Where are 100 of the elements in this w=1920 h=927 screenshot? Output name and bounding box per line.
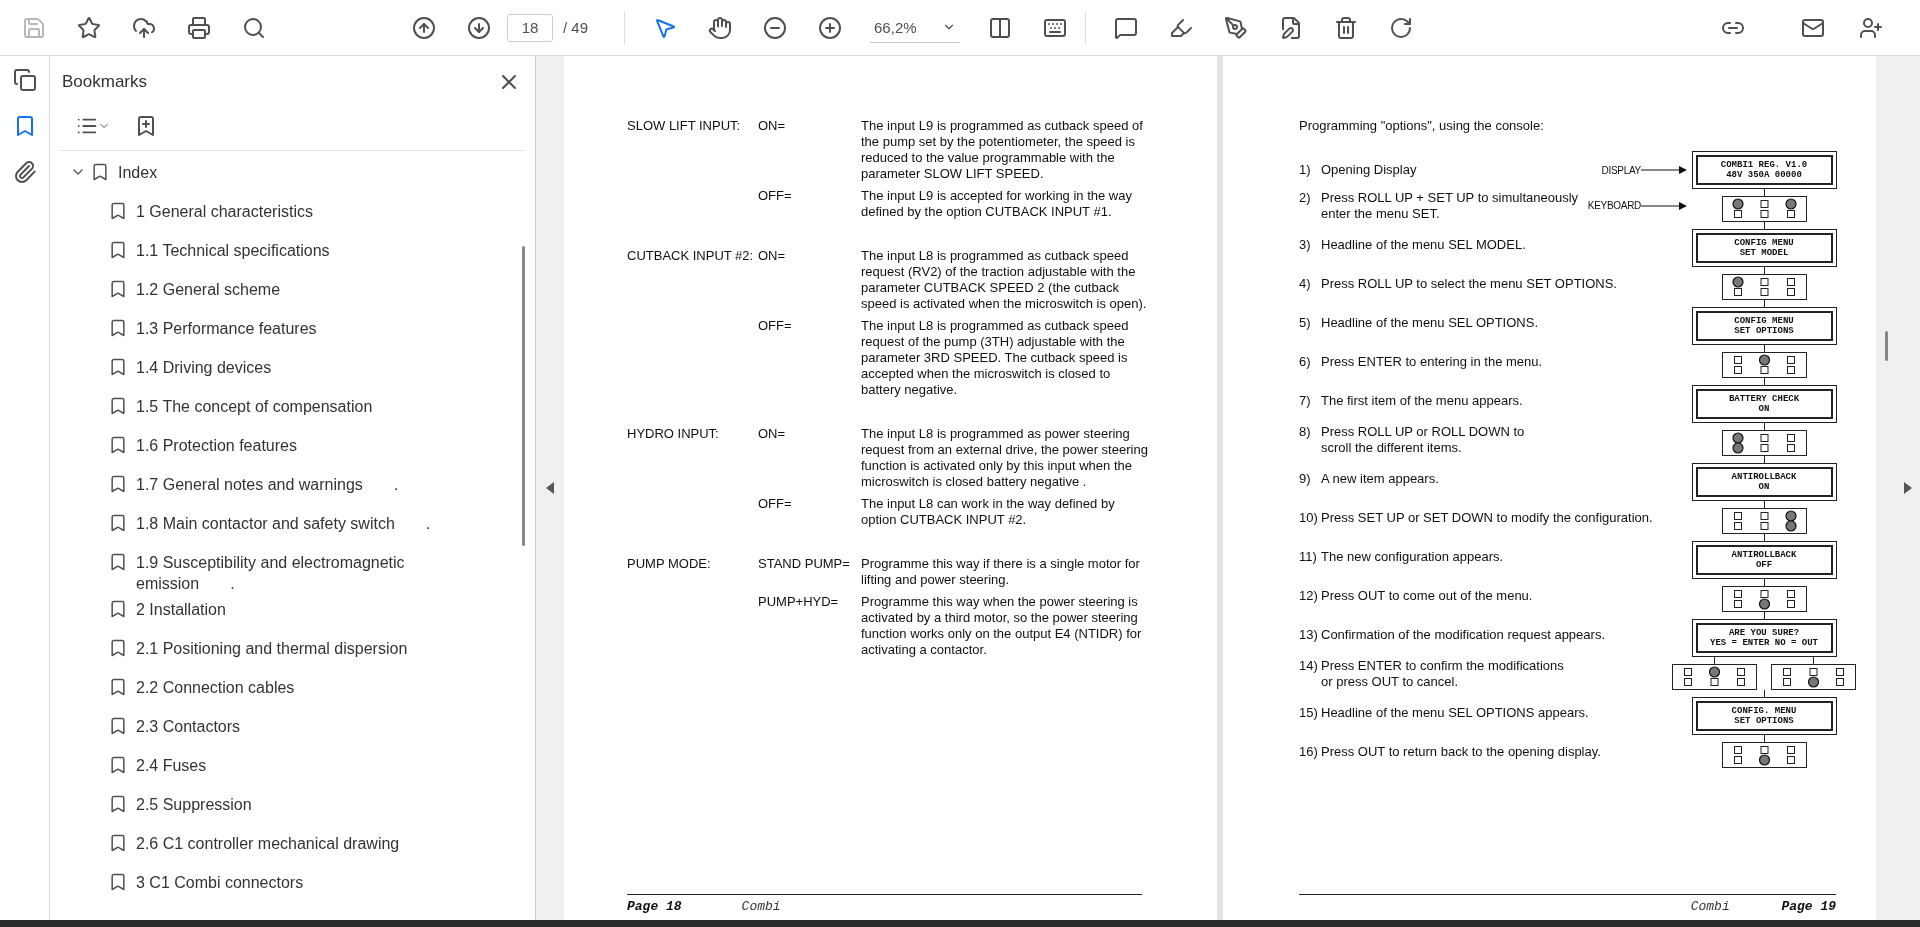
step-text: Press OUT to come out of the menu.: [1321, 587, 1534, 604]
display-line: SET OPTIONS: [1734, 716, 1794, 726]
intro-text: Programming "options", using the console:: [1299, 118, 1545, 133]
step-number: 10): [1299, 509, 1319, 526]
option-description: The input L8 is programmed as cutback speed request (RV2) of the traction adjustable with the parameter CUTBACK SPEED 2 (the cutback speed is activated when the microswitch is open).: [861, 248, 1148, 312]
option-value: STAND PUMP=: [758, 556, 851, 573]
step-text: The new configuration appears.: [1321, 548, 1505, 565]
display-line: ON: [1758, 482, 1770, 492]
step-text: Press ROLL UP to select the menu SET OPTIONS.: [1321, 275, 1618, 292]
display-line: CONFIG MENU: [1734, 238, 1794, 248]
bookmark-icon: [108, 794, 128, 814]
bookmark-icon: [108, 872, 128, 892]
bookmark-icon: [108, 201, 128, 221]
bookmark-item[interactable]: 1.9 Susceptibility and electromagnetic emission .: [136, 547, 466, 594]
option-value: PUMP+HYD=: [758, 594, 840, 611]
bookmark-item[interactable]: 1.6 Protection features: [136, 430, 466, 456]
bookmark-icon: [108, 474, 128, 494]
panel-title: Bookmarks: [62, 72, 148, 92]
display-line: OFF: [1755, 560, 1773, 570]
option-description: Programme this way if there is a single motor for lifting and power steering.: [861, 556, 1141, 588]
step-text: Press SET UP or SET DOWN to modify the configuration.: [1321, 509, 1654, 526]
bookmark-item[interactable]: 1.4 Driving devices: [136, 352, 466, 378]
option-value: OFF=: [758, 496, 793, 513]
page-number-field[interactable]: 18: [507, 13, 553, 42]
display-line: ANTIROLLBACK: [1731, 550, 1797, 560]
step-text: The first item of the menu appears.: [1321, 392, 1524, 409]
step-text: Opening Display: [1321, 162, 1418, 178]
display-line: ON: [1758, 404, 1770, 414]
bookmark-icon: [108, 396, 128, 416]
bookmark-item[interactable]: Index: [118, 157, 458, 183]
bookmark-icon: [108, 638, 128, 658]
bookmark-item[interactable]: 1.1 Technical specifications: [136, 235, 466, 261]
step-text: Headline of the menu SEL OPTIONS.: [1321, 314, 1539, 331]
step-number: 2): [1299, 189, 1312, 207]
bookmark-icon: [108, 833, 128, 853]
step-number: 5): [1299, 314, 1312, 331]
step-number: 8): [1299, 423, 1312, 441]
collapse-arrow-icon[interactable]: [546, 482, 554, 494]
display-line: ANTIROLLBACK: [1731, 472, 1797, 482]
bookmark-item[interactable]: 2.4 Fuses: [136, 750, 466, 776]
bookmark-icon: [108, 599, 128, 619]
diagram-label: DISPLAY: [1601, 164, 1641, 176]
bookmark-icon: [108, 716, 128, 736]
parameter-name: CUTBACK INPUT #2:: [627, 248, 755, 265]
step-number: 9): [1299, 470, 1312, 487]
step-number: 7): [1299, 392, 1312, 409]
step-number: 12): [1299, 587, 1319, 604]
bookmark-icon: [108, 552, 128, 572]
display-line: COMBI1 REG. V1.0: [1720, 160, 1808, 170]
bookmark-item[interactable]: 1.2 General scheme: [136, 274, 466, 300]
step-number: 14): [1299, 657, 1319, 675]
step-number: 15): [1299, 704, 1319, 721]
step-number: 16): [1299, 743, 1319, 760]
option-value: ON=: [758, 248, 787, 265]
step-number: 13): [1299, 626, 1319, 643]
option-description: The input L8 is programmed as power steering request from an external drive, the power steering function is activated only by this input when the microswitch is closed battery negative .: [861, 426, 1149, 490]
step-text: Press OUT to return back to the opening display.: [1321, 743, 1602, 760]
page-number: Page 19: [1781, 899, 1836, 914]
bookmark-item[interactable]: 1.7 General notes and warnings .: [136, 469, 466, 495]
bookmark-item[interactable]: 3 C1 Combi connectors: [136, 867, 466, 893]
bookmark-icon: [108, 677, 128, 697]
display-line: ARE YOU SURE?: [1728, 628, 1800, 638]
bookmark-item[interactable]: 2.3 Contactors: [136, 711, 466, 737]
bookmark-item[interactable]: 1.3 Performance features: [136, 313, 466, 339]
scrollbar-thumb[interactable]: [522, 246, 525, 546]
display-line: CONFIG. MENU: [1731, 706, 1797, 716]
parameter-name: PUMP MODE:: [627, 556, 712, 573]
display-line: BATTERY CHECK: [1728, 394, 1800, 404]
option-description: The input L9 is accepted for working in the way defined by the option CUTBACK INPUT #1.: [861, 188, 1133, 220]
footer-title: Combi: [1690, 899, 1730, 914]
display-line: SET MODEL: [1739, 248, 1789, 258]
bookmark-item[interactable]: 1.8 Main contactor and safety switch .: [136, 508, 466, 534]
step-number: 11): [1299, 548, 1318, 565]
display-line: 48V 350A 00000: [1726, 170, 1802, 180]
bookmark-item[interactable]: 2 Installation: [136, 594, 466, 620]
collapse-arrow-icon[interactable]: [1904, 482, 1912, 494]
page-total: / 49: [563, 19, 589, 36]
display-line: CONFIG MENU: [1734, 316, 1794, 326]
bookmark-item[interactable]: 2.2 Connection cables: [136, 672, 466, 698]
option-description: The input L8 is programmed as cutback speed request of the pump (3TH) adjustable with the parameter 3RD SPEED. The cutback speed is accepted when the microswitch is closed to battery negative.: [861, 318, 1130, 398]
option-description: The input L9 is programmed as cutback speed of the pump set by the potentiometer, the speed is reduced to the value programmable with the parameter SLOW LIFT SPEED.: [861, 118, 1144, 182]
option-description: Programme this way when the power steering is activated by a third motor, so the power steering function works only on the output E4 (NTIDR) for activating a contactor.: [861, 594, 1143, 658]
diagram-label: KEYBOARD: [1587, 200, 1641, 211]
bookmark-item[interactable]: 1.5 The concept of compensation: [136, 391, 466, 417]
scrollbar-thumb[interactable]: [1885, 331, 1888, 361]
step-number: 1): [1299, 162, 1312, 178]
bookmark-icon: [108, 318, 128, 338]
zoom-dropdown[interactable]: 66,2%: [870, 12, 961, 43]
bookmark-item[interactable]: 1 General characteristics: [136, 196, 466, 222]
step-number: 6): [1299, 353, 1312, 370]
option-description: The input L8 can work in the way defined by option CUTBACK INPUT #2.: [861, 496, 1116, 528]
bookmark-icon: [108, 513, 128, 533]
bookmark-item[interactable]: 2.1 Positioning and thermal dispersion: [136, 633, 466, 659]
step-text: Press ROLL UP + SET UP to simultaneously enter the menu SET.: [1321, 189, 1580, 222]
display-line: SET OPTIONS: [1734, 326, 1794, 336]
bookmark-item[interactable]: 2.6 C1 controller mechanical drawing: [136, 828, 466, 854]
parameter-name: HYDRO INPUT:: [627, 426, 720, 443]
step-text: Headline of the menu SEL OPTIONS appears.: [1321, 704, 1590, 721]
bookmark-item[interactable]: 2.5 Suppression: [136, 789, 466, 815]
arrow-icon: [1641, 166, 1687, 174]
